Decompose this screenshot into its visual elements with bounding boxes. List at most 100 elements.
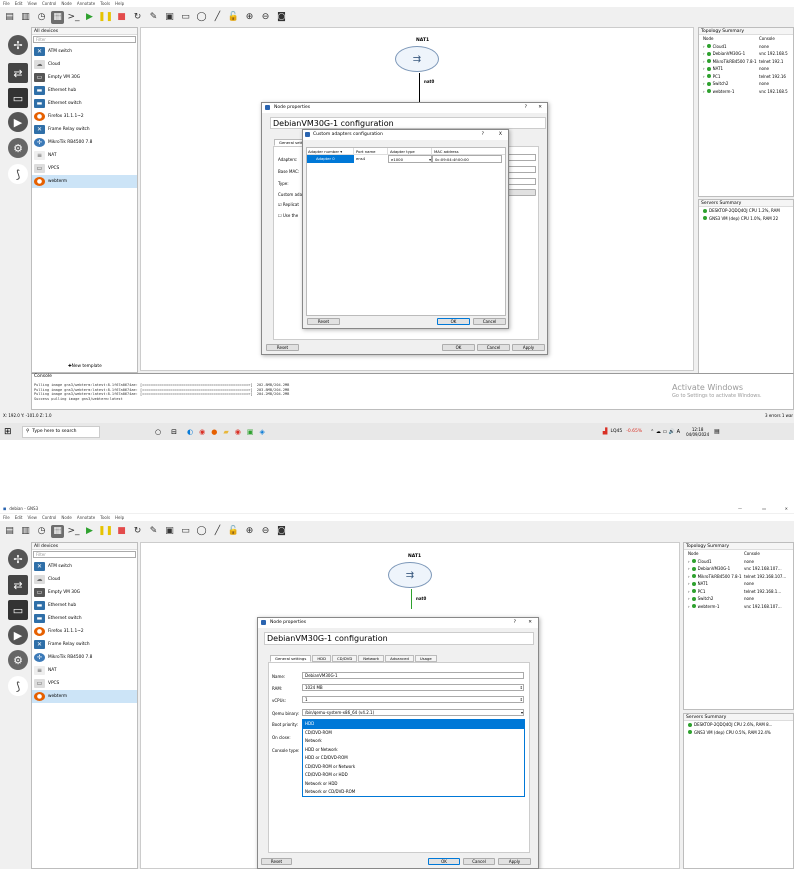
clock-icon[interactable]: ◷ (35, 525, 48, 538)
topology-row[interactable]: › NAT1 none (684, 580, 793, 588)
tab-general-settings[interactable]: General settings (270, 655, 312, 662)
reload-icon[interactable]: ↻ (131, 525, 144, 538)
expand-arrow-icon[interactable]: › (688, 574, 690, 579)
zoom-in-icon[interactable]: ⊕ (243, 11, 256, 24)
snapshot-icon[interactable]: ▦ (51, 524, 64, 538)
all-devices-category-icon[interactable]: ⚙ (8, 138, 28, 158)
snapshot-icon[interactable]: ▦ (51, 10, 64, 24)
camera-icon[interactable]: ◙ (275, 525, 288, 538)
help-button[interactable]: ? (514, 618, 516, 628)
maximize-icon[interactable]: ▭ (762, 505, 766, 513)
edit-icon[interactable]: ✎ (147, 11, 160, 24)
expand-arrow-icon[interactable]: › (703, 89, 705, 94)
image-icon[interactable]: ▣ (163, 11, 176, 24)
ram-spinbox[interactable]: 1024 MB ⇕ (302, 684, 524, 691)
menu-view[interactable]: View (27, 1, 37, 6)
help-button[interactable]: ? (525, 103, 527, 113)
use-checkbox[interactable]: ☐ Use the (278, 213, 298, 218)
close-button[interactable]: X (499, 130, 502, 140)
device-filter-input[interactable]: Filter (33, 36, 136, 43)
file-explorer-icon[interactable]: ▰ (223, 428, 228, 436)
mac-address-field[interactable]: 0c:09:04:4f:00:00 (432, 155, 502, 163)
lock-icon[interactable]: 🔓 (227, 525, 240, 538)
notification-icon[interactable]: ▤ (714, 428, 720, 435)
replicate-checkbox[interactable]: ☑ Replicat (278, 202, 299, 207)
boot-option[interactable]: HDD (303, 720, 524, 729)
tab-cd-dvd[interactable]: CD/DVD (332, 655, 358, 662)
rectangle-icon[interactable]: ▭ (179, 11, 192, 24)
tray-icons[interactable]: ⌃ ☁ ▭ 🔊 A (650, 429, 680, 435)
folder-icon[interactable]: ▤ (3, 11, 16, 24)
boot-option[interactable]: HDD or CD/DVD-ROM (303, 754, 524, 763)
device-item[interactable]: ▭ Empty VM 30G (32, 71, 137, 84)
open-folder-icon[interactable]: ▥ (19, 11, 32, 24)
zoom-out-icon[interactable]: ⊖ (259, 525, 272, 538)
device-item[interactable]: ✢ MikroTik RB4500 7.8 (32, 136, 137, 149)
topology-row[interactable]: › NAT1 none (699, 65, 793, 73)
topology-row[interactable]: › webterm-1 vnc 192.168.107... (684, 603, 793, 611)
security-category-icon[interactable]: ▶ (8, 625, 28, 645)
device-item[interactable]: ▬ Ethernet switch (32, 97, 137, 110)
cancel-button[interactable]: Cancel (473, 318, 506, 325)
topology-row[interactable]: › Switch2 none (699, 80, 793, 88)
expand-arrow-icon[interactable]: › (703, 51, 705, 56)
qemu-binary-select[interactable]: /bin/qemu-system-x86_64 (v4.2.1) ▾ (302, 709, 524, 716)
device-filter-input[interactable]: Filter (33, 551, 136, 558)
vcpus-spinbox[interactable]: 1 ⇕ (302, 696, 524, 703)
switch-category-icon[interactable]: ⇄ (8, 575, 28, 595)
boot-option[interactable]: Network (303, 737, 524, 746)
topology-row[interactable]: › DebianVM30G-1 vnc 192.168.5 (699, 50, 793, 58)
status-errors[interactable]: 3 errors 1 war (765, 413, 793, 418)
server-row[interactable]: GNS3 VM (dep) CPU 1.0%, RAM 22 (699, 215, 793, 223)
tab-hdd[interactable]: HDD (312, 655, 332, 662)
minimize-icon[interactable]: — (738, 505, 742, 513)
switch-category-icon[interactable]: ⇄ (8, 63, 28, 83)
device-item[interactable]: ✕ ATM switch (32, 45, 137, 58)
tab-advanced[interactable]: Advanced (385, 655, 414, 662)
firefox-taskbar-icon[interactable]: ● (211, 428, 217, 436)
reset-button[interactable]: Reset (261, 858, 292, 865)
device-item[interactable]: ☁ Cloud (32, 58, 137, 71)
menu-control[interactable]: Control (42, 1, 56, 6)
device-item[interactable]: ● Firefox 31.1.1~2 (32, 625, 137, 638)
reset-button[interactable]: Reset (266, 344, 299, 351)
apply-button[interactable]: Apply (498, 858, 531, 865)
ok-button[interactable]: OK (437, 318, 470, 325)
topology-row[interactable]: › webterm-1 vnc 192.168.5 (699, 88, 793, 96)
help-button[interactable]: ? (482, 130, 484, 140)
topology-row[interactable]: › MikroTikRB4500 7.8-1 telnet 192.1 (699, 58, 793, 66)
device-item[interactable]: ✢ MikroTik RB4500 7.8 (32, 651, 137, 664)
router-category-icon[interactable]: ✢ (8, 35, 28, 55)
all-devices-category-icon[interactable]: ⚙ (8, 650, 28, 670)
browser-icon[interactable]: ◉ (235, 428, 241, 436)
device-item[interactable]: ✕ ATM switch (32, 560, 137, 573)
menu-help[interactable]: Help (115, 1, 124, 6)
topology-row[interactable]: › MikroTikRB4500 7.8-1 telnet 192.168.107.… (684, 573, 793, 581)
expand-arrow-icon[interactable]: › (703, 81, 705, 86)
menu-control[interactable]: Control (42, 515, 56, 520)
device-item[interactable]: ▬ Ethernet hub (32, 599, 137, 612)
topology-row[interactable]: › Switch2 none (684, 595, 793, 603)
play-icon[interactable]: ▶ (83, 11, 96, 24)
server-row[interactable]: DESKTOP-2QDQ4OJ CPU 2.6%, RAM 8... (684, 721, 793, 729)
expand-arrow-icon[interactable]: › (703, 74, 705, 79)
zoom-in-icon[interactable]: ⊕ (243, 525, 256, 538)
expand-arrow-icon[interactable]: › (688, 566, 690, 571)
zoom-out-icon[interactable]: ⊖ (259, 11, 272, 24)
boot-option[interactable]: CD/DVD-ROM or Network (303, 763, 524, 772)
menu-annotate[interactable]: Annotate (77, 515, 95, 520)
cancel-button[interactable]: Cancel (477, 344, 510, 351)
apply-button[interactable]: Apply (512, 344, 545, 351)
menu-node[interactable]: Node (61, 515, 71, 520)
close-icon[interactable]: ✕ (528, 618, 532, 628)
security-category-icon[interactable]: ▶ (8, 112, 28, 132)
boot-option[interactable]: HDD or Network (303, 746, 524, 755)
clock[interactable]: 12:18 04/09/2024 (686, 427, 709, 437)
image-icon[interactable]: ▣ (163, 525, 176, 538)
task-view-icon[interactable]: ○ (155, 428, 161, 436)
open-folder-icon[interactable]: ▥ (19, 525, 32, 538)
expand-arrow-icon[interactable]: › (688, 596, 690, 601)
device-item[interactable]: ● Firefox 31.1.1~2 (32, 110, 137, 123)
menu-edit[interactable]: Edit (15, 515, 23, 520)
console-icon[interactable]: >_ (67, 525, 80, 538)
